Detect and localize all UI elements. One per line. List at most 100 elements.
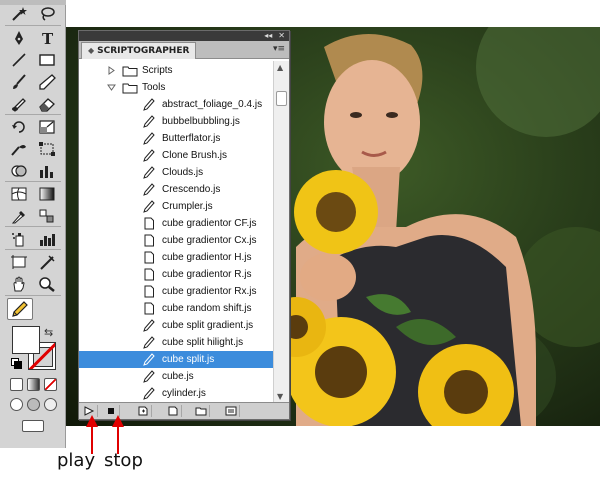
script-file-icon <box>144 251 154 264</box>
script-file-icon <box>144 268 154 281</box>
new-file-button[interactable] <box>165 405 182 417</box>
tree-item[interactable]: cube gradientor Cx.js <box>79 232 273 249</box>
free-transform-icon[interactable] <box>35 139 59 158</box>
rotate-icon[interactable] <box>7 117 31 136</box>
tree-item[interactable]: cube random shift.js <box>79 300 273 317</box>
column-graph-icon[interactable] <box>35 161 59 180</box>
folder-icon <box>122 66 138 77</box>
tree-item-selected[interactable]: cube split.js <box>79 351 273 368</box>
blend-icon[interactable] <box>35 206 59 225</box>
tool-script-icon <box>143 319 155 332</box>
tree-item[interactable]: Butterflator.js <box>79 130 273 147</box>
scroll-up-icon[interactable]: ▲ <box>277 63 283 72</box>
default-fill-stroke-icon[interactable] <box>11 358 22 369</box>
tree-item-label: Butterflator.js <box>162 133 221 144</box>
draw-behind-icon[interactable] <box>27 398 40 411</box>
shape-builder-icon[interactable] <box>7 161 31 180</box>
tool-script-icon <box>143 149 155 162</box>
line-segment-icon[interactable] <box>7 50 31 69</box>
symbol-sprayer-icon[interactable] <box>7 229 31 248</box>
screen-mode-icon[interactable] <box>22 420 44 432</box>
close-panel-icon[interactable]: ✕ <box>278 32 285 40</box>
tree-item[interactable]: cylinder.js <box>79 385 273 402</box>
tools-panel: T ⇆ <box>0 0 66 448</box>
disclosure-collapsed-icon[interactable] <box>107 66 116 75</box>
tool-script-icon <box>143 370 155 383</box>
tree-item[interactable]: cube gradientor R.js <box>79 266 273 283</box>
scale-icon[interactable] <box>35 117 59 136</box>
tree-item-label: cube split hilight.js <box>162 337 244 348</box>
color-mode-icon[interactable] <box>10 378 23 391</box>
tool-script-icon <box>143 132 155 145</box>
rectangle-icon[interactable] <box>35 50 59 69</box>
tree-item[interactable]: Crumpler.js <box>79 198 273 215</box>
type-icon[interactable]: T <box>35 28 59 47</box>
tree-item[interactable]: cube gradientor H.js <box>79 249 273 266</box>
tree-item[interactable]: Clone Brush.js <box>79 147 273 164</box>
scroll-down-icon[interactable]: ▼ <box>277 392 283 401</box>
paintbrush-icon[interactable] <box>7 72 31 91</box>
tree-item[interactable]: Crescendo.js <box>79 181 273 198</box>
tree-folder-tools[interactable]: Tools <box>79 79 273 96</box>
hand-icon[interactable] <box>7 274 31 293</box>
script-tree: Scripts Tools abstract_foliage_0.4.jsbubbe… <box>79 61 273 403</box>
swap-fill-stroke-icon[interactable]: ⇆ <box>44 326 53 339</box>
warp-icon[interactable] <box>7 139 31 158</box>
tree-item[interactable]: cube split hilight.js <box>79 334 273 351</box>
tab-scriptographer[interactable]: ◆ SCRIPTOGRAPHER <box>81 42 197 59</box>
tool-script-icon <box>143 200 155 213</box>
pen-icon[interactable] <box>7 28 31 47</box>
vertical-scrollbar[interactable]: ▲ ▼ <box>273 61 289 403</box>
tree-item[interactable]: bubbelbubbling.js <box>79 113 273 130</box>
panel-topbar[interactable]: ◂◂ ✕ <box>79 31 289 41</box>
new-folder-button[interactable] <box>193 405 210 417</box>
tree-item-label: bubbelbubbling.js <box>162 116 240 127</box>
tree-item[interactable]: abstract_foliage_0.4.js <box>79 96 273 113</box>
magic-wand-icon[interactable] <box>7 4 31 23</box>
scriptographer-pencil-icon[interactable] <box>7 298 33 320</box>
tree-item-label: cube gradientor Cx.js <box>162 235 257 246</box>
draw-normal-icon[interactable] <box>10 398 23 411</box>
mesh-icon[interactable] <box>7 184 31 203</box>
tree-item-label: cube gradientor H.js <box>162 252 252 263</box>
new-script-icon <box>138 406 148 416</box>
screen: T ⇆ ◂◂ ✕ ◆ SCRIPTOGRAPHER ▾≡ Scripts Too… <box>0 0 600 479</box>
tree-item-label: Crumpler.js <box>162 201 213 212</box>
script-file-icon <box>144 285 154 298</box>
new-file-icon <box>168 406 178 416</box>
tree-item-label: cube split gradient.js <box>162 320 254 331</box>
pencil-icon[interactable] <box>35 72 59 91</box>
tree-item-label: Clouds.js <box>162 167 204 178</box>
fill-swatch[interactable] <box>12 326 40 354</box>
console-icon <box>225 406 237 416</box>
tree-item[interactable]: cube gradientor CF.js <box>79 215 273 232</box>
gradient-mode-icon[interactable] <box>27 378 40 391</box>
tree-item[interactable]: cube gradientor Rx.js <box>79 283 273 300</box>
tree-item-label: cube split.js <box>162 354 215 365</box>
panel-menu-icon[interactable]: ▾≡ <box>273 44 285 54</box>
tree-item[interactable]: cube.js <box>79 368 273 385</box>
tool-script-icon <box>143 336 155 349</box>
tree-item[interactable]: Clouds.js <box>79 164 273 181</box>
artboard-icon[interactable] <box>7 252 31 271</box>
tree-folder-scripts[interactable]: Scripts <box>79 62 273 79</box>
none-mode-icon[interactable] <box>44 378 57 391</box>
blob-brush-icon[interactable] <box>7 94 31 113</box>
eyedropper-icon[interactable] <box>7 206 31 225</box>
tree-item-label: cube gradientor Rx.js <box>162 286 257 297</box>
bar-graph-icon[interactable] <box>35 229 59 248</box>
scrollbar-thumb[interactable] <box>276 91 287 106</box>
collapse-panel-icon[interactable]: ◂◂ <box>264 32 272 40</box>
console-button[interactable] <box>223 405 240 417</box>
disclosure-expanded-icon[interactable] <box>107 83 116 92</box>
gradient-icon[interactable] <box>35 184 59 203</box>
lasso-icon[interactable] <box>35 4 59 23</box>
new-script-button[interactable] <box>135 405 152 417</box>
scriptographer-panel: ◂◂ ✕ ◆ SCRIPTOGRAPHER ▾≡ Scripts Tools abs… <box>78 30 290 420</box>
slice-icon[interactable] <box>35 252 59 271</box>
script-file-icon <box>144 302 154 315</box>
tree-item[interactable]: cube split gradient.js <box>79 317 273 334</box>
eraser-icon[interactable] <box>35 94 59 113</box>
zoom-icon[interactable] <box>35 274 59 293</box>
draw-inside-icon[interactable] <box>44 398 57 411</box>
